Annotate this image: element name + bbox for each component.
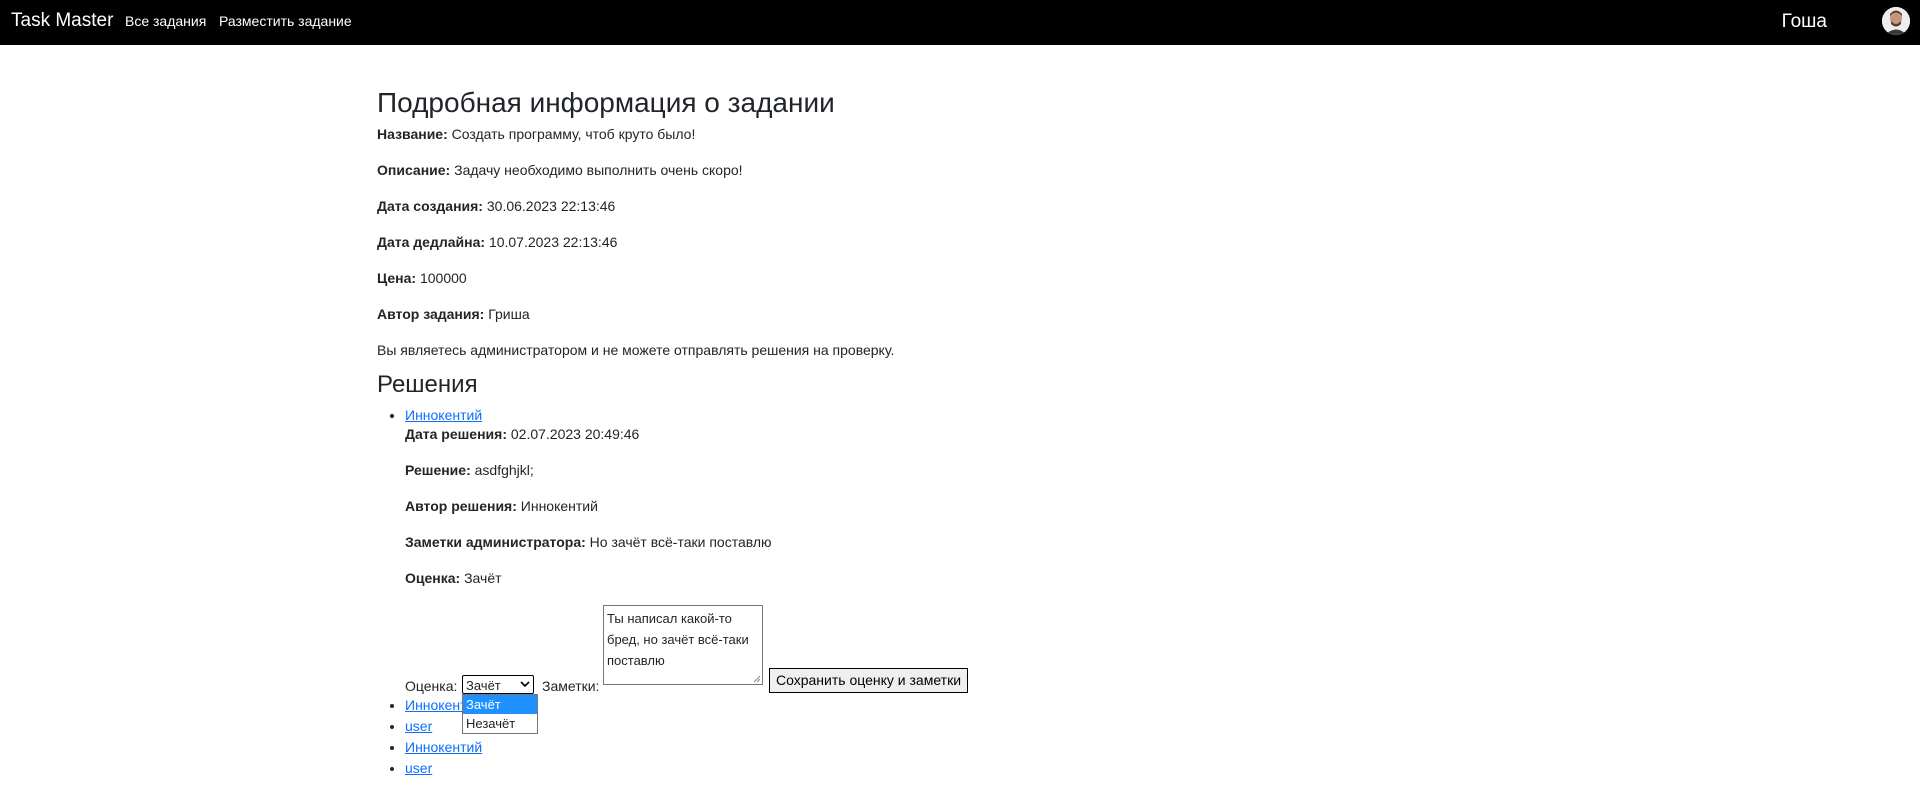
nav-link-all-tasks[interactable]: Все задания (125, 13, 206, 29)
field-label: Оценка: (405, 570, 461, 587)
navbar: Task Master Все задания Разместить задан… (0, 0, 1920, 45)
solution-admin-notes-line: Заметки администратора: Но зачёт всё-так… (405, 534, 1537, 551)
field-label: Описание: (377, 161, 451, 178)
grade-form: Оценка: Зачёт Зачёт Незачёт Заметки: Ты … (405, 605, 1537, 735)
field-value: Но зачёт всё-таки поставлю (589, 534, 772, 551)
notes-text: Ты написал какой-то бред, но зачёт всё-т… (607, 611, 749, 669)
brand-link[interactable]: Task Master (11, 10, 113, 32)
notes-textarea[interactable]: Ты написал какой-то бред, но зачёт всё-т… (603, 605, 763, 686)
field-label: Решение: (405, 462, 471, 479)
task-deadline-line: Дата дедлайна: 10.07.2023 22:13:46 (377, 234, 1537, 251)
task-author-line: Автор задания: Гриша (377, 306, 1537, 323)
solution-item: Иннокентий Дата решения: 02.07.2023 20:4… (405, 405, 1537, 735)
field-label: Автор задания: (377, 305, 485, 322)
field-label: Название: (377, 125, 448, 142)
grade-option-pass[interactable]: Зачёт (463, 695, 537, 715)
solution-item: Иннокентий (405, 695, 1537, 716)
avatar[interactable] (1882, 7, 1910, 35)
admin-notice: Вы являетесь администратором и не можете… (377, 341, 895, 358)
solution-item: user (405, 758, 1537, 779)
solutions-list: Иннокентий Дата решения: 02.07.2023 20:4… (377, 405, 1537, 779)
field-value: 100000 (419, 269, 467, 286)
grade-label: Оценка: (405, 678, 458, 695)
grade-select[interactable]: Зачёт (462, 675, 534, 695)
solution-date-line: Дата решения: 02.07.2023 20:49:46 (405, 426, 1537, 443)
field-value: 10.07.2023 22:13:46 (488, 233, 618, 250)
task-price-line: Цена: 100000 (377, 270, 1537, 287)
field-value: Гриша (488, 305, 530, 322)
field-label: Заметки администратора: (405, 534, 586, 551)
task-created-line: Дата создания: 30.06.2023 22:13:46 (377, 198, 1537, 215)
field-label: Цена: (377, 269, 417, 286)
grade-option-fail[interactable]: Незачёт (463, 714, 537, 733)
solution-author-link[interactable]: user (405, 760, 432, 776)
field-value: Создать программу, чтоб круто было! (451, 125, 696, 142)
solution-item: user (405, 716, 1537, 737)
field-value: 02.07.2023 20:49:46 (510, 426, 640, 443)
field-label: Автор решения: (405, 498, 517, 515)
main-content: Подробная информация о задании Название:… (377, 86, 1537, 779)
avatar-image-icon (1882, 7, 1910, 35)
field-value: Зачёт (464, 570, 502, 587)
notes-label: Заметки: (542, 678, 600, 695)
field-label: Дата создания: (377, 197, 483, 214)
solution-author-link[interactable]: Иннокентий (405, 739, 482, 755)
grade-select-value: Зачёт (466, 678, 501, 694)
solution-author-link[interactable]: user (405, 718, 432, 734)
solution-text-line: Решение: asdfghjkl; (405, 462, 1537, 479)
field-value: 30.06.2023 22:13:46 (486, 197, 616, 214)
field-value: Иннокентий (520, 498, 598, 515)
resize-grip-icon[interactable] (753, 675, 761, 683)
solution-author-line: Автор решения: Иннокентий (405, 498, 1537, 515)
nav-link-post-task[interactable]: Разместить задание (219, 13, 352, 29)
grade-dropdown: Зачёт Незачёт (462, 694, 538, 735)
task-description-line: Описание: Задачу необходимо выполнить оч… (377, 162, 1537, 179)
field-label: Дата дедлайна: (377, 233, 486, 250)
solution-item: Иннокентий (405, 737, 1537, 758)
solution-grade-line: Оценка: Зачёт (405, 570, 1537, 587)
solution-author-link[interactable]: Иннокентий (405, 407, 482, 423)
field-value: Задачу необходимо выполнить очень скоро! (454, 161, 743, 178)
solutions-heading: Решения (377, 370, 478, 398)
page-title: Подробная информация о задании (377, 87, 835, 118)
field-value: asdfghjkl; (474, 462, 534, 479)
field-label: Дата решения: (405, 426, 507, 443)
task-name-line: Название: Создать программу, чтоб круто … (377, 126, 1537, 143)
chevron-down-icon (520, 676, 530, 695)
save-grade-button[interactable]: Сохранить оценку и заметки (769, 668, 969, 694)
solution-details: Дата решения: 02.07.2023 20:49:46 Решени… (405, 426, 1537, 735)
user-name[interactable]: Гоша (1782, 11, 1827, 33)
